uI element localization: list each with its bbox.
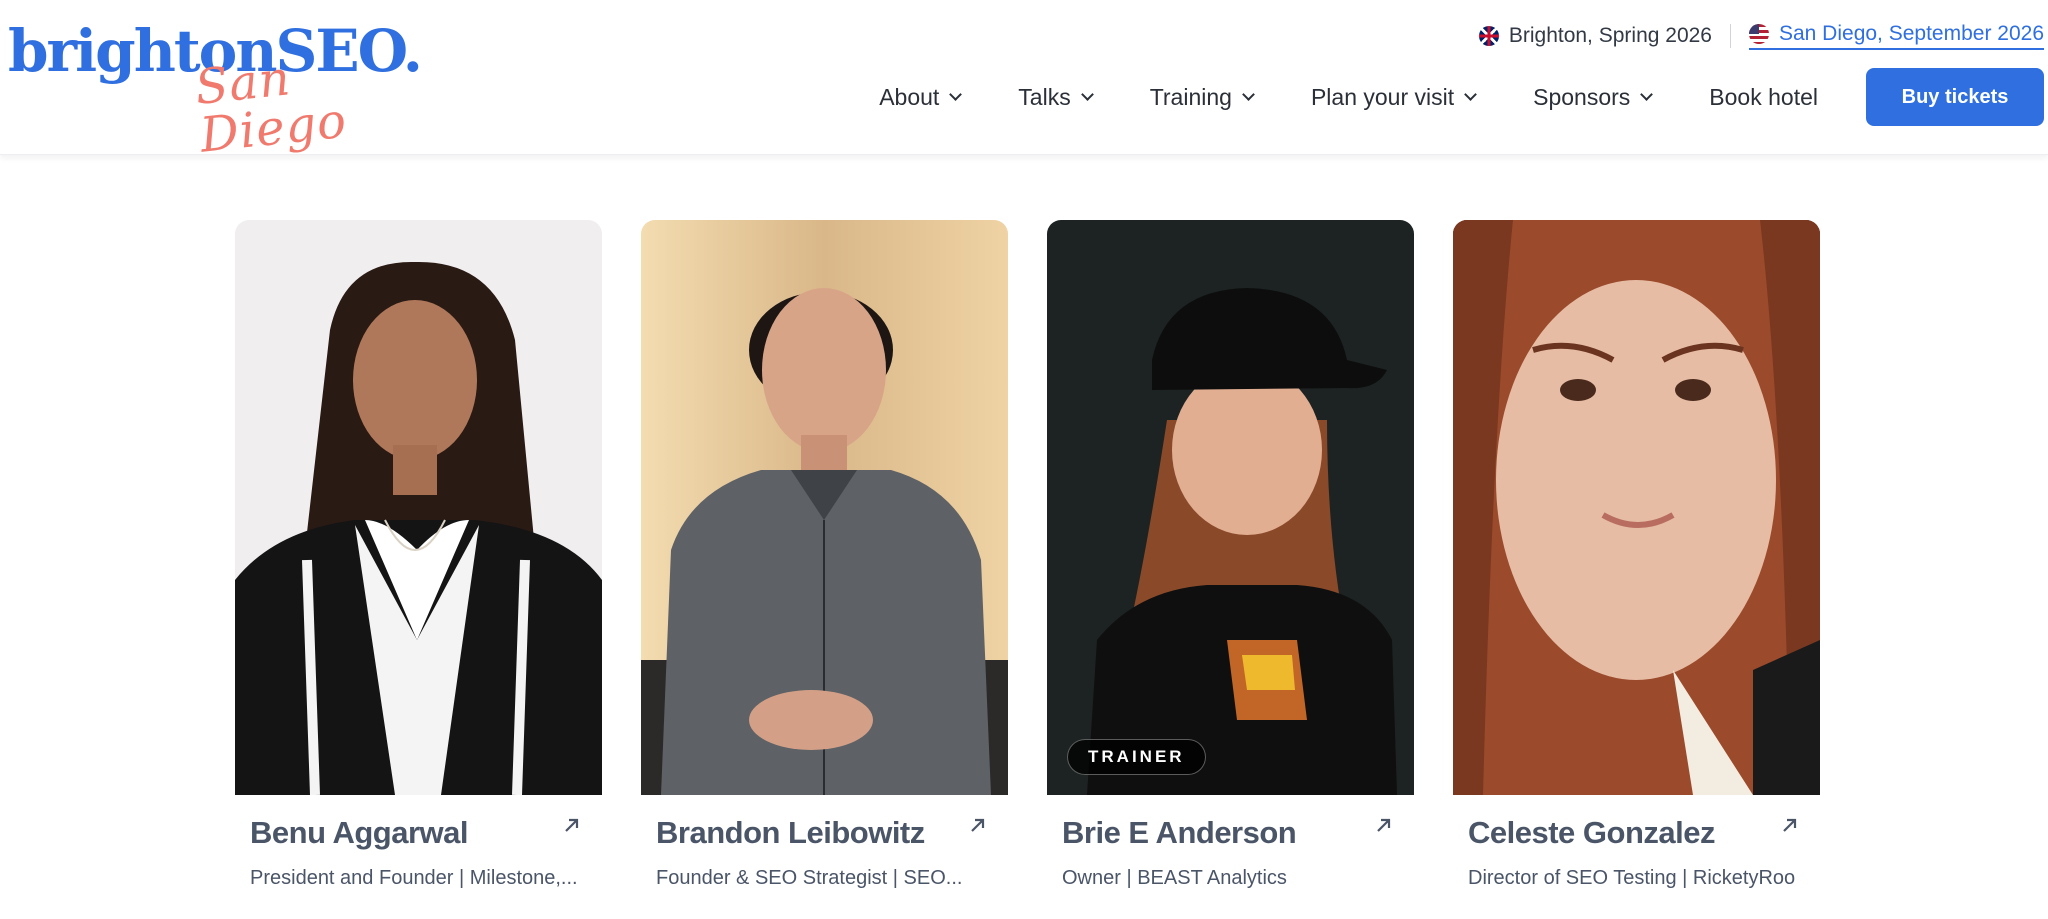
speaker-name[interactable]: Celeste Gonzalez xyxy=(1468,815,1805,851)
speaker-photo[interactable] xyxy=(641,220,1008,795)
speaker-portrait-image xyxy=(641,220,1008,795)
nav-book-hotel[interactable]: Book hotel xyxy=(1709,84,1818,111)
speaker-card[interactable]: Brandon Leibowitz Founder & SEO Strategi… xyxy=(641,220,1008,890)
speaker-role: Owner | BEAST Analytics xyxy=(1062,867,1287,889)
arrow-up-right-icon[interactable] xyxy=(1374,815,1394,835)
edition-brighton-label: Brighton, Spring 2026 xyxy=(1508,24,1712,47)
nav-sponsors[interactable]: Sponsors xyxy=(1533,83,1654,111)
arrow-up-right-icon[interactable] xyxy=(968,815,988,835)
nav-sponsors-label: Sponsors xyxy=(1533,83,1631,110)
speaker-grid: Benu Aggarwal President and Founder | Mi… xyxy=(235,220,1820,890)
edition-san-diego-link[interactable]: San Diego, September 2026 xyxy=(1748,22,2044,50)
speaker-role: Founder & SEO Strategist | SEO... xyxy=(656,867,963,889)
chevron-down-icon xyxy=(1464,88,1477,101)
speaker-photo[interactable]: TRAINER xyxy=(1047,220,1414,795)
speaker-portrait-image xyxy=(235,220,602,795)
nav-about-label: About xyxy=(879,83,940,110)
speaker-role: Director of SEO Testing | RicketyRoo xyxy=(1468,867,1796,889)
brightonseo-logo[interactable]: brightonSEO. San Diego xyxy=(8,22,423,164)
chevron-down-icon xyxy=(949,88,963,101)
nav-talks-label: Talks xyxy=(1018,83,1071,110)
speaker-portrait-image xyxy=(1047,220,1414,795)
us-flag-icon xyxy=(1748,24,1769,44)
speaker-card[interactable]: Celeste Gonzalez Director of SEO Testing… xyxy=(1453,220,1820,890)
edition-switcher: Brighton, Spring 2026 San Diego, Septemb… xyxy=(1478,20,2044,52)
nav-book-hotel-label: Book hotel xyxy=(1709,83,1818,110)
chevron-down-icon xyxy=(1080,88,1094,101)
nav-talks[interactable]: Talks xyxy=(1018,83,1094,111)
speaker-photo[interactable] xyxy=(235,220,602,795)
speaker-portrait-image xyxy=(1453,220,1820,795)
speaker-card[interactable]: TRAINER Brie E Anderson Owner | BEAST An… xyxy=(1047,220,1414,890)
nav-about[interactable]: About xyxy=(879,83,963,111)
nav-plan-your-visit[interactable]: Plan your visit xyxy=(1310,83,1477,111)
edition-san-diego-label: San Diego, September 2026 xyxy=(1778,22,2044,45)
uk-flag-icon xyxy=(1478,26,1499,46)
logo-edition: San Diego xyxy=(192,50,350,164)
trainer-badge: TRAINER xyxy=(1067,739,1206,775)
arrow-up-right-icon[interactable] xyxy=(562,815,582,835)
nav-plan-your-visit-label: Plan your visit xyxy=(1310,83,1455,110)
site-header: brightonSEO. San Diego Brighton, Spring … xyxy=(0,0,2048,164)
chevron-down-icon xyxy=(1242,88,1255,101)
edition-divider xyxy=(1729,24,1731,48)
speaker-name[interactable]: Brandon Leibowitz xyxy=(656,815,993,851)
arrow-up-right-icon[interactable] xyxy=(1780,815,1800,835)
speaker-name[interactable]: Benu Aggarwal xyxy=(250,815,587,851)
buy-tickets-button[interactable]: Buy tickets xyxy=(1866,68,2044,126)
speaker-name[interactable]: Brie E Anderson xyxy=(1062,815,1399,851)
nav-training[interactable]: Training xyxy=(1149,83,1255,111)
speaker-card[interactable]: Benu Aggarwal President and Founder | Mi… xyxy=(235,220,602,890)
speaker-role: President and Founder | Milestone,... xyxy=(250,867,578,889)
speaker-photo[interactable] xyxy=(1453,220,1820,795)
nav-training-label: Training xyxy=(1149,83,1232,110)
edition-brighton-link[interactable]: Brighton, Spring 2026 xyxy=(1478,24,1712,48)
main-nav: About Talks Training Plan your visit Spo… xyxy=(879,68,2044,126)
chevron-down-icon xyxy=(1640,88,1654,101)
